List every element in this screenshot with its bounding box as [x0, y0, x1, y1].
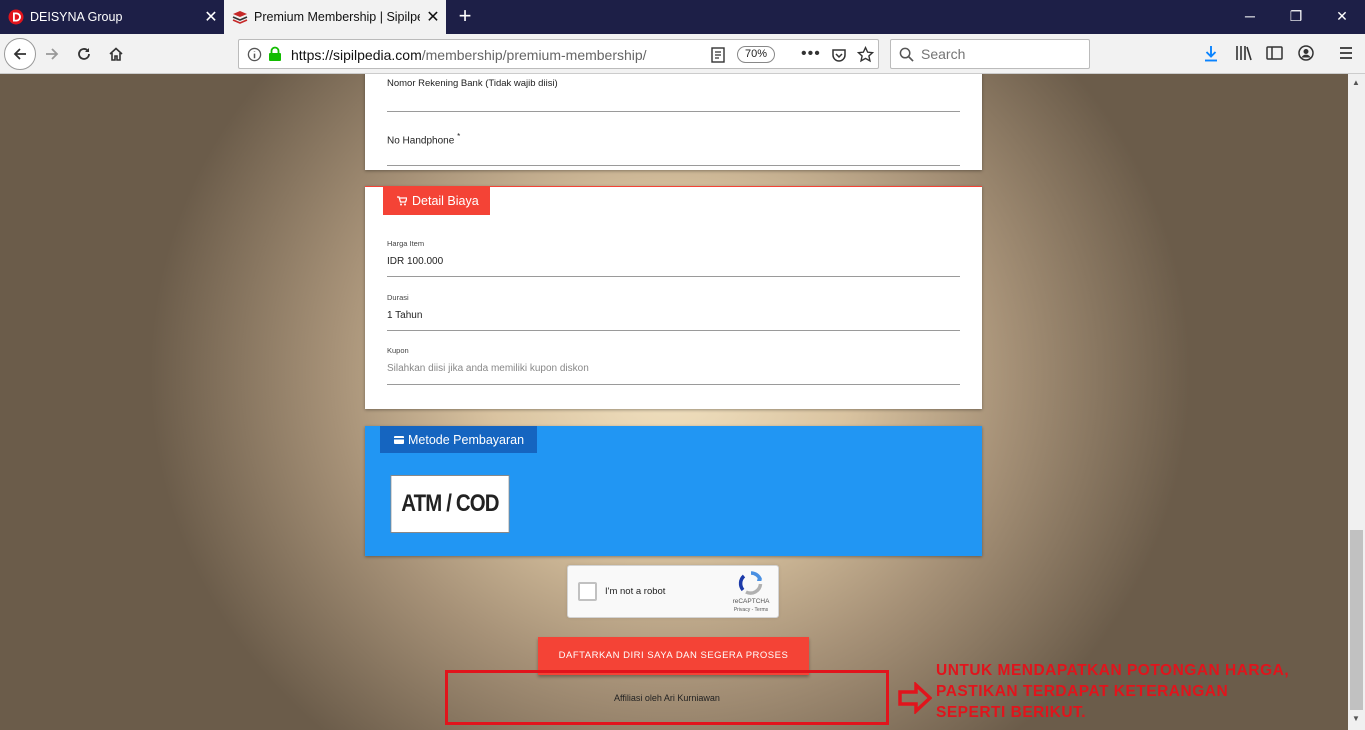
handphone-label: No Handphone	[387, 135, 455, 147]
handphone-field[interactable]: No Handphone *	[387, 122, 960, 166]
lock-icon[interactable]	[268, 46, 282, 62]
scrollbar-thumb[interactable]	[1350, 530, 1363, 710]
download-icon[interactable]	[1203, 45, 1219, 62]
harga-item-label: Harga Item	[387, 239, 425, 248]
recaptcha-brand: reCAPTCHA	[732, 598, 770, 605]
scroll-down-icon[interactable]: ▼	[1352, 714, 1360, 723]
payment-method-title: Metode Pembayaran	[408, 432, 525, 447]
harga-item-field: Harga Item IDR 100.000	[387, 239, 960, 277]
recaptcha-logo-icon	[738, 571, 763, 595]
sidebar-icon[interactable]	[1266, 45, 1283, 61]
detail-biaya-header: Detail Biaya	[383, 187, 490, 215]
detail-biaya-title: Detail Biaya	[412, 194, 479, 208]
rekening-label: Nomor Rekening Bank (Tidak wajib diisi)	[387, 78, 558, 89]
recaptcha-checkbox[interactable]	[578, 582, 597, 601]
affiliate-highlight-box: Affiliasi oleh Ari Kurniawan	[445, 670, 889, 725]
url-path: /membership/premium-membership/	[421, 47, 647, 63]
account-icon[interactable]	[1298, 45, 1314, 61]
annotation-note: UNTUK MENDAPATKAN POTONGAN HARGA, PASTIK…	[936, 660, 1336, 723]
zoom-indicator[interactable]: 70%	[737, 46, 775, 63]
close-tab-icon[interactable]: ✕	[420, 7, 446, 27]
deisyna-favicon-icon	[8, 9, 24, 25]
reader-view-icon[interactable]	[711, 47, 725, 63]
annotation-line: UNTUK MENDAPATKAN POTONGAN HARGA,	[936, 662, 1290, 679]
restore-icon[interactable]: ❐	[1273, 0, 1319, 34]
page-content: Nomor Rekening Bank (Tidak wajib diisi) …	[0, 74, 1348, 730]
required-mark: *	[457, 132, 461, 141]
info-icon[interactable]	[247, 47, 262, 62]
right-arrow-icon	[898, 682, 932, 714]
durasi-value: 1 Tahun	[387, 310, 423, 321]
payment-method-card: Metode Pembayaran ATM / COD	[365, 426, 982, 556]
address-bar[interactable]: https://sipilpedia.com/membership/premiu…	[238, 39, 879, 69]
minimize-icon[interactable]: ─	[1227, 0, 1273, 34]
harga-item-value: IDR 100.000	[387, 256, 444, 267]
handphone-label-wrap: No Handphone *	[387, 132, 960, 146]
home-icon	[109, 47, 123, 61]
tab-premium-membership[interactable]: Premium Membership | Sipilpe ✕	[224, 0, 446, 34]
forward-button[interactable]	[36, 38, 68, 70]
url-domain: https://sipilpedia.com	[291, 47, 422, 63]
recaptcha-terms[interactable]: Privacy - Terms	[726, 607, 776, 613]
tab-deisyna[interactable]: DEISYNA Group ✕	[0, 0, 224, 34]
search-box[interactable]	[890, 39, 1090, 69]
tab-title: Premium Membership | Sipilpe	[254, 10, 420, 24]
reload-button[interactable]	[68, 38, 100, 70]
annotation-line: SEPERTI BERIKUT.	[936, 704, 1087, 721]
navigation-toolbar: https://sipilpedia.com/membership/premiu…	[0, 34, 1365, 74]
rekening-field[interactable]: Nomor Rekening Bank (Tidak wajib diisi)	[387, 78, 960, 112]
affiliate-text: Affiliasi oleh Ari Kurniawan	[614, 693, 720, 703]
back-arrow-icon	[13, 48, 26, 60]
search-icon	[899, 47, 914, 62]
recaptcha-label: I'm not a robot	[605, 586, 666, 597]
tab-strip: DEISYNA Group ✕ Premium Membership | Sip…	[0, 0, 1365, 34]
kupon-label: Kupon	[387, 346, 409, 355]
bookmark-star-icon[interactable]	[857, 46, 874, 63]
atm-cod-option[interactable]: ATM / COD	[390, 475, 510, 533]
new-tab-icon[interactable]: +	[452, 3, 478, 29]
sipilpedia-favicon-icon	[232, 11, 248, 24]
close-tab-icon[interactable]: ✕	[198, 7, 224, 27]
page-actions-icon[interactable]: •••	[801, 45, 821, 63]
detail-biaya-card: Detail Biaya Harga Item IDR 100.000 Dura…	[365, 186, 982, 409]
scroll-up-icon[interactable]: ▲	[1352, 78, 1360, 87]
annotation-line: PASTIKAN TERDAPAT KETERANGAN	[936, 683, 1229, 700]
forward-arrow-icon	[46, 48, 59, 60]
durasi-field: Durasi 1 Tahun	[387, 293, 960, 331]
form-card: Nomor Rekening Bank (Tidak wajib diisi) …	[365, 74, 982, 170]
credit-card-icon	[394, 435, 404, 444]
recaptcha-widget: I'm not a robot reCAPTCHA Privacy - Term…	[567, 565, 779, 618]
home-button[interactable]	[100, 38, 132, 70]
kupon-placeholder[interactable]: Silahkan diisi jika anda memiliki kupon …	[387, 363, 960, 374]
reload-icon	[78, 48, 90, 60]
url-text[interactable]: https://sipilpedia.com/membership/premiu…	[291, 47, 647, 63]
library-icon[interactable]	[1235, 45, 1253, 61]
page-scrollbar[interactable]: ▲ ▼	[1348, 74, 1365, 730]
back-button[interactable]	[4, 38, 36, 70]
kupon-field[interactable]: Kupon Silahkan diisi jika anda memiliki …	[387, 346, 960, 385]
menu-icon[interactable]	[1338, 45, 1354, 61]
payment-method-header: Metode Pembayaran	[380, 426, 537, 453]
cart-icon	[397, 196, 407, 206]
search-input[interactable]	[921, 46, 1081, 62]
close-window-icon[interactable]: ✕	[1319, 0, 1365, 34]
tab-title: DEISYNA Group	[30, 10, 123, 24]
durasi-label: Durasi	[387, 293, 409, 302]
pocket-icon[interactable]	[831, 47, 847, 63]
